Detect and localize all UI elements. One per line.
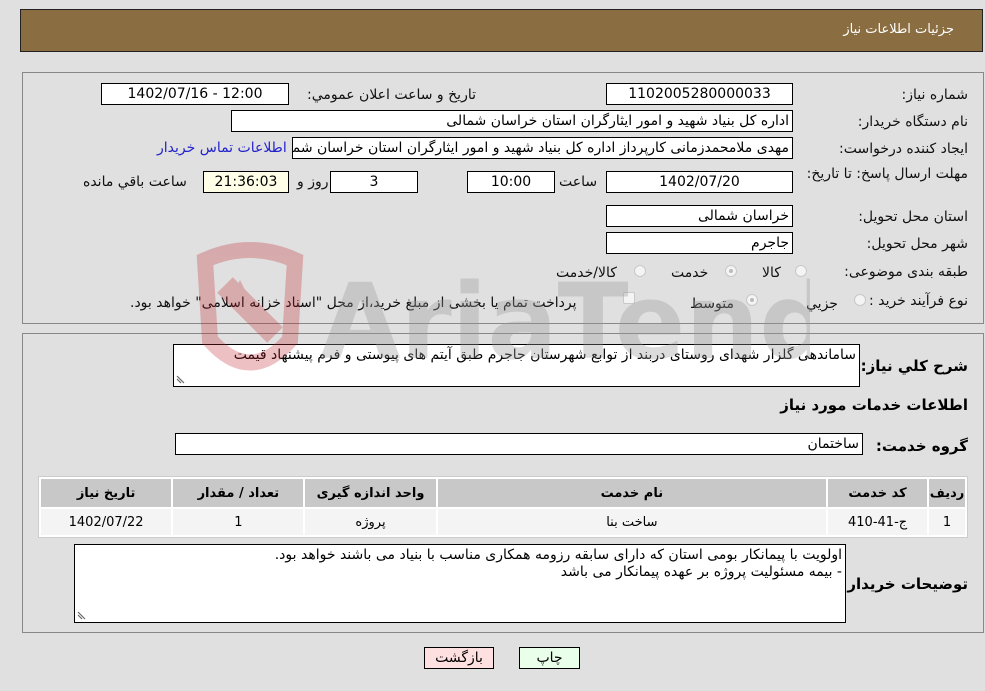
services-table-wrapper: ردیف کد خدمت نام خدمت واحد اندازه گیری ت… xyxy=(38,476,968,538)
deadline-time-label: ساعت xyxy=(559,174,598,190)
buyer-org-field: اداره کل بنیاد شهید و امور ایثارگران است… xyxy=(231,110,793,132)
need-number-label: شماره نیاز: xyxy=(901,87,969,103)
buyer-notes-line-1: اولویت با پیمانکار بومی استان که دارای س… xyxy=(274,547,842,563)
days-label: روز و xyxy=(297,174,329,190)
col-header-row-number: ردیف xyxy=(929,479,965,507)
announce-datetime-label: تاریخ و ساعت اعلان عمومي: xyxy=(307,87,476,103)
cell-row-number: 1 xyxy=(929,509,965,535)
page-header: جزئیات اطلاعات نیاز xyxy=(20,9,983,52)
col-header-service-name: نام خدمت xyxy=(437,479,827,507)
description-textarea[interactable]: ساماندهی گلزار شهدای روستای دربند از توا… xyxy=(173,344,860,387)
category-option-goods: کالا xyxy=(762,265,781,281)
buyer-contact-link[interactable]: اطلاعات تماس خریدار xyxy=(157,140,287,156)
remaining-days-field: 3 xyxy=(330,171,418,193)
treasury-checkbox[interactable] xyxy=(623,292,635,304)
category-option-service: خدمت xyxy=(671,265,709,281)
cell-service-code: ج-41-410 xyxy=(828,509,928,535)
service-group-label: گروه خدمت: xyxy=(875,437,968,455)
buyer-notes-textarea[interactable]: اولویت با پیمانکار بومی استان که دارای س… xyxy=(74,544,846,623)
cell-unit: پروژه xyxy=(305,509,436,535)
col-header-quantity: تعداد / مقدار xyxy=(173,479,304,507)
services-heading: اطلاعات خدمات مورد نیاز xyxy=(780,396,968,414)
back-button[interactable]: بازگشت xyxy=(424,647,494,669)
category-radio-goods-service[interactable] xyxy=(634,265,646,277)
description-label: شرح کلي نیاز: xyxy=(860,357,968,375)
col-header-unit: واحد اندازه گیری xyxy=(305,479,436,507)
process-label: نوع فرآیند خرید : xyxy=(869,293,968,309)
deadline-label: مهلت ارسال پاسخ: تا تاریخ: xyxy=(806,166,968,182)
process-radio-minor[interactable] xyxy=(854,294,866,306)
process-option-minor: جزیي xyxy=(806,296,838,312)
buyer-notes-line-2: - بیمه مسئولیت پروژه بر عهده پیمانکار می… xyxy=(560,564,842,580)
category-radio-service[interactable] xyxy=(725,265,737,277)
remaining-time-label: ساعت باقي مانده xyxy=(83,174,187,190)
cell-quantity: 1 xyxy=(173,509,304,535)
services-table-header-row: ردیف کد خدمت نام خدمت واحد اندازه گیری ت… xyxy=(41,479,965,507)
process-option-medium: متوسط xyxy=(690,296,734,312)
process-radio-medium[interactable] xyxy=(746,294,758,306)
deadline-time-field: 10:00 xyxy=(467,171,555,193)
deadline-date-field: 1402/07/20 xyxy=(606,171,793,193)
requester-label: ایجاد کننده درخواست: xyxy=(839,141,968,157)
cell-need-date: 1402/07/22 xyxy=(41,509,172,535)
category-option-goods-service: کالا/خدمت xyxy=(556,265,617,281)
buyer-notes-label: توضیحات خریدار: xyxy=(841,575,968,593)
buyer-org-label: نام دستگاه خریدار: xyxy=(857,114,968,130)
announce-datetime-field: 1402/07/16 - 12:00 xyxy=(101,83,289,105)
need-number-field: 1102005280000033 xyxy=(606,83,793,105)
resize-grip-icon[interactable] xyxy=(176,375,185,384)
treasury-checkbox-label: پرداخت تمام یا بخشی از مبلغ خرید،از محل … xyxy=(130,295,577,311)
category-radio-goods[interactable] xyxy=(795,265,807,277)
province-label: استان محل تحویل: xyxy=(858,209,968,225)
col-header-need-date: تاریخ نیاز xyxy=(41,479,172,507)
province-field: خراسان شمالی xyxy=(606,205,793,227)
resize-grip-icon[interactable] xyxy=(77,611,86,620)
col-header-service-code: کد خدمت xyxy=(828,479,928,507)
cell-service-name: ساخت بنا xyxy=(437,509,827,535)
city-field: جاجرم xyxy=(606,232,793,254)
print-button[interactable]: چاپ xyxy=(519,647,580,669)
category-label: طبقه بندی موضوعی: xyxy=(844,264,968,280)
remaining-time-field: 21:36:03 xyxy=(203,171,289,193)
service-group-field: ساختمان xyxy=(175,433,863,455)
city-label: شهر محل تحویل: xyxy=(866,236,968,252)
description-text: ساماندهی گلزار شهدای روستای دربند از توا… xyxy=(233,347,856,363)
table-row: 1 ج-41-410 ساخت بنا پروژه 1 1402/07/22 xyxy=(41,509,965,535)
requester-field: مهدی ملامحمدزمانی کارپرداز اداره کل بنیا… xyxy=(292,137,793,159)
services-table: ردیف کد خدمت نام خدمت واحد اندازه گیری ت… xyxy=(38,476,968,538)
page-title: جزئیات اطلاعات نیاز xyxy=(843,22,954,37)
